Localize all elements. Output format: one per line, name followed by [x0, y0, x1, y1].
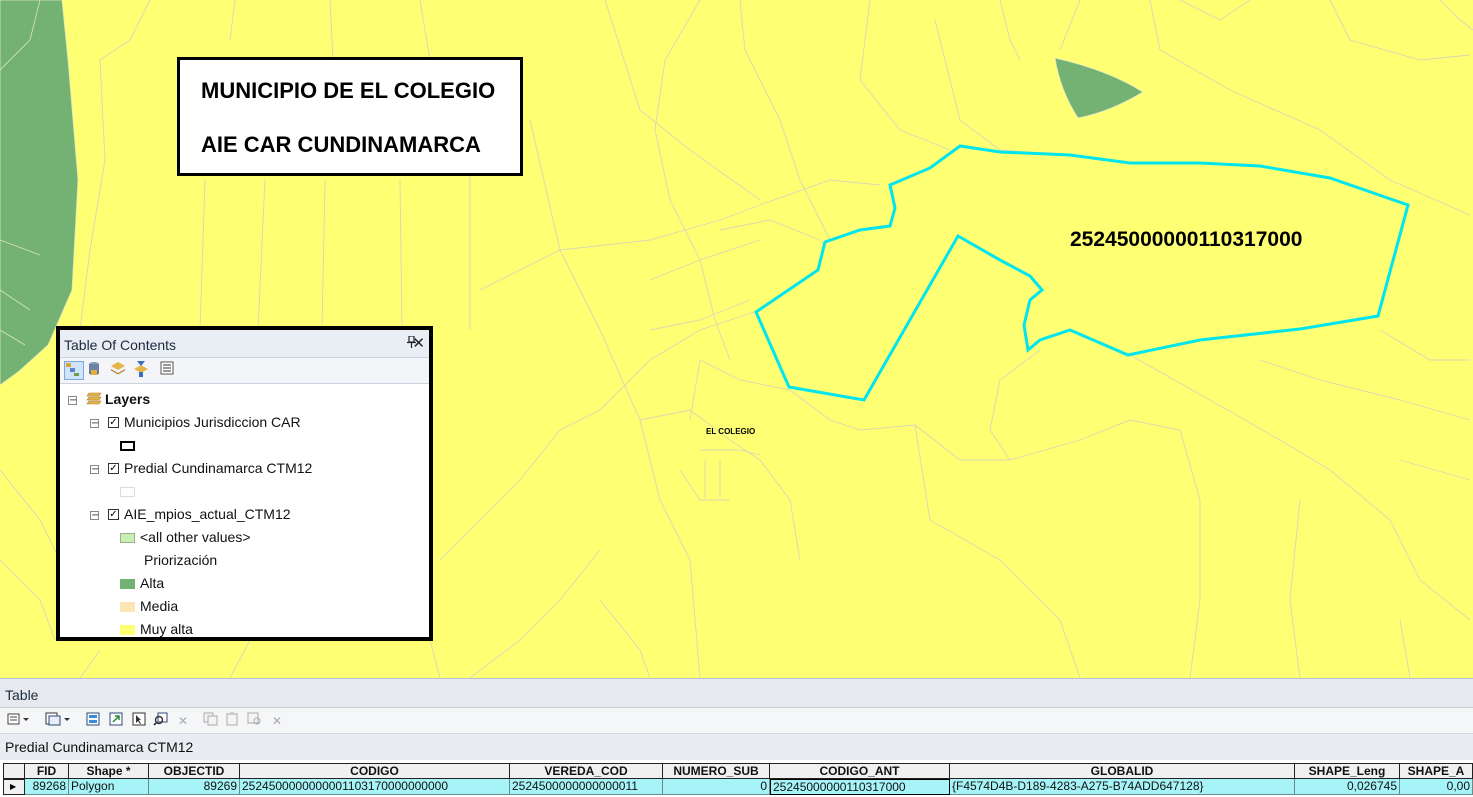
collapse-layer-aie[interactable]: −: [90, 511, 99, 521]
legend-class-alta: Alta: [140, 575, 165, 591]
column-header-shape[interactable]: Shape *: [69, 763, 149, 779]
paste-icon[interactable]: [224, 712, 242, 730]
list-by-visibility-icon[interactable]: [110, 361, 130, 380]
town-label: EL COLEGIO: [706, 427, 756, 436]
legend-other-values: <all other values>: [140, 529, 251, 545]
cell-shape-area[interactable]: 0,00: [1400, 779, 1473, 795]
cell-shape[interactable]: Polygon: [69, 779, 149, 795]
column-header-codigo-ant[interactable]: CODIGO_ANT: [770, 763, 950, 779]
column-header-shape-leng[interactable]: SHAPE_Leng: [1295, 763, 1400, 779]
table-title: Table: [5, 687, 39, 703]
media-swatch[interactable]: [120, 602, 135, 612]
select-by-attributes-icon[interactable]: [85, 712, 103, 730]
toc-toolbar: [60, 358, 429, 384]
zoom-to-selected-icon[interactable]: [152, 712, 170, 730]
collapse-layer-municipios[interactable]: −: [90, 419, 99, 429]
legend-class-muy-alta: Muy alta: [140, 621, 193, 637]
table-layer-name: Predial Cundinamarca CTM12: [5, 739, 194, 755]
attribute-grid[interactable]: FID Shape * OBJECTID CODIGO VEREDA_COD N…: [0, 760, 1473, 797]
legend-class-media: Media: [140, 598, 179, 614]
legend-field-heading: Priorización: [144, 552, 218, 568]
copy-icon[interactable]: [202, 712, 220, 730]
cell-numero-sub[interactable]: 0: [663, 779, 770, 795]
undo-icon[interactable]: [246, 712, 264, 730]
map-view[interactable]: MUNICIPIO DE EL COLEGIO AIE CAR CUNDINAM…: [0, 0, 1473, 678]
layer-name-municipios[interactable]: Municipios Jurisdiccion CAR: [124, 414, 301, 430]
column-header-codigo[interactable]: CODIGO: [240, 763, 510, 779]
table-toolbar: ✕ ✕: [0, 708, 1473, 734]
table-title-bar[interactable]: Table: [0, 678, 1473, 708]
column-header-vereda-cod[interactable]: VEREDA_COD: [510, 763, 663, 779]
predial-symbol[interactable]: [120, 487, 135, 497]
cell-vereda-cod[interactable]: 2524500000000000011: [510, 779, 663, 795]
toc-title: Table Of Contents: [64, 337, 177, 353]
toc-title-bar[interactable]: Table Of Contents ✕: [60, 330, 429, 358]
delete-selected-icon[interactable]: ✕: [174, 712, 192, 730]
column-header-numero-sub[interactable]: NUMERO_SUB: [663, 763, 770, 779]
list-by-source-icon[interactable]: [87, 361, 107, 380]
selected-parcel-outline: [754, 144, 1410, 402]
table-of-contents-window[interactable]: Table Of Contents ✕ − Layers − ✓ Municip…: [56, 326, 433, 641]
cell-codigo[interactable]: 2524500000000001103170000000000: [240, 779, 510, 795]
cell-globalid[interactable]: {F4574D4B-D189-4283-A275-B74ADD647128}: [950, 779, 1295, 795]
toc-tree: − Layers − ✓ Municipios Jurisdiccion CAR…: [60, 384, 429, 637]
options-icon[interactable]: [160, 361, 180, 380]
cell-fid[interactable]: 89268: [25, 779, 69, 795]
layers-root-label[interactable]: Layers: [105, 391, 150, 407]
close-icon[interactable]: ✕: [412, 334, 425, 352]
row-selector-arrow[interactable]: ▶: [3, 779, 25, 795]
delete-icon[interactable]: ✕: [268, 712, 286, 730]
related-tables-icon[interactable]: [44, 712, 74, 730]
layer-visibility-checkbox-aie[interactable]: ✓: [108, 509, 119, 520]
switch-selection-icon[interactable]: [108, 712, 126, 730]
map-title-aie: AIE CAR CUNDINAMARCA: [201, 132, 481, 157]
cell-codigo-ant[interactable]: 25245000000110317000: [770, 779, 950, 795]
grid-corner-header[interactable]: [3, 763, 25, 779]
alta-swatch[interactable]: [120, 579, 135, 589]
list-by-drawing-order-icon[interactable]: [64, 361, 84, 380]
map-title-box: MUNICIPIO DE EL COLEGIO AIE CAR CUNDINAM…: [177, 57, 523, 176]
municipios-symbol[interactable]: [120, 441, 135, 451]
cell-shape-leng[interactable]: 0,026745: [1295, 779, 1400, 795]
attribute-table-window[interactable]: Table ✕ ✕ Predial Cundinamarca CTM12 FID…: [0, 678, 1473, 797]
collapse-layers-toggle[interactable]: −: [68, 396, 77, 406]
layer-visibility-checkbox-municipios[interactable]: ✓: [108, 417, 119, 428]
column-header-objectid[interactable]: OBJECTID: [149, 763, 240, 779]
list-by-selection-icon[interactable]: [133, 361, 153, 380]
layer-name-predial[interactable]: Predial Cundinamarca CTM12: [124, 460, 312, 476]
collapse-layer-predial[interactable]: −: [90, 465, 99, 475]
alta-region-north: [1054, 57, 1144, 119]
column-header-fid[interactable]: FID: [25, 763, 69, 779]
map-title-municipio: MUNICIPIO DE EL COLEGIO: [201, 78, 496, 103]
table-options-icon[interactable]: [6, 712, 34, 730]
table-layer-tab[interactable]: Predial Cundinamarca CTM12: [0, 734, 1473, 760]
column-header-shape-area[interactable]: SHAPE_A: [1400, 763, 1473, 779]
cell-objectid[interactable]: 89269: [149, 779, 240, 795]
clear-selection-icon[interactable]: [131, 712, 149, 730]
other-values-swatch[interactable]: [120, 533, 135, 543]
layer-name-aie[interactable]: AIE_mpios_actual_CTM12: [124, 506, 291, 522]
muy-alta-swatch[interactable]: [120, 625, 135, 635]
parcel-code-label: 25245000000110317000: [1070, 228, 1303, 251]
column-header-globalid[interactable]: GLOBALID: [950, 763, 1295, 779]
layer-visibility-checkbox-predial[interactable]: ✓: [108, 463, 119, 474]
